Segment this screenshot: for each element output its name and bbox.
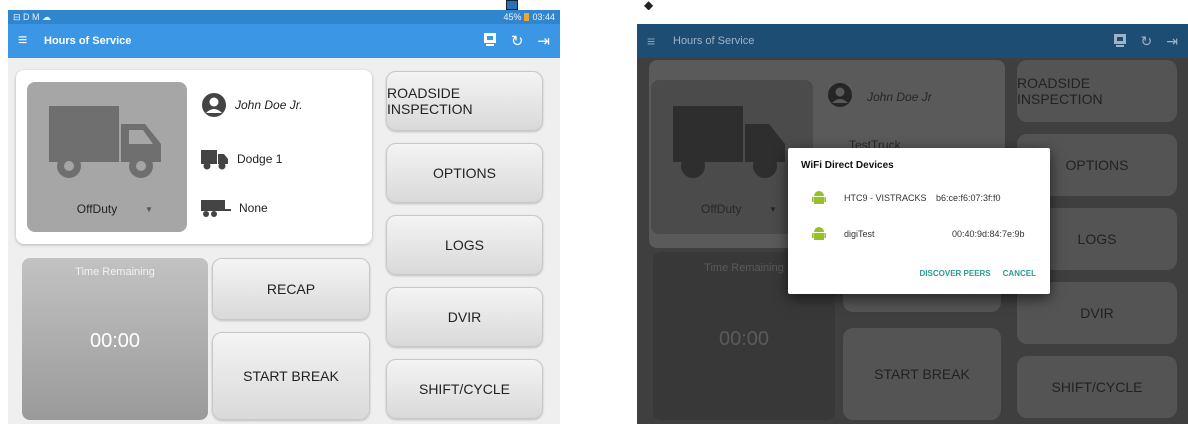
- duty-status-label: OffDuty: [701, 202, 742, 216]
- battery-level: 45%: [503, 12, 522, 22]
- logs-button[interactable]: LOGS: [386, 215, 543, 275]
- device-name: digiTest: [844, 229, 875, 239]
- device-name: HTC9 - VISTRACKS: [844, 193, 927, 203]
- time-remaining-panel: Time Remaining 00:00: [22, 258, 208, 420]
- shift-cycle-button[interactable]: SHIFT/CYCLE: [1017, 356, 1177, 418]
- driver-name: John Doe Jr.: [235, 98, 303, 112]
- truck-icon: [49, 106, 161, 178]
- device-mac: 00:40:9d:84:7e:9b: [952, 229, 1025, 239]
- android-icon: [812, 227, 826, 240]
- status-bar-icons: ⊟ D M ☁: [13, 11, 52, 22]
- discover-peers-button[interactable]: DISCOVER PEERS: [920, 269, 991, 278]
- wifi-direct-dialog: WiFi Direct Devices HTC9 - VISTRACKS b6:…: [788, 148, 1050, 294]
- arrow-down-icon: ◆: [644, 0, 654, 12]
- trailer-icon: [201, 200, 231, 217]
- app-title: Hours of Service: [44, 35, 132, 47]
- refresh-icon[interactable]: ↻: [1141, 33, 1153, 50]
- duty-status-selector[interactable]: OffDuty ▼: [27, 82, 187, 232]
- start-break-button[interactable]: START BREAK: [843, 328, 1001, 420]
- logout-icon[interactable]: ⇥: [537, 32, 550, 50]
- app-title: Hours of Service: [673, 35, 755, 47]
- dialog-actions: DISCOVER PEERS CANCEL: [920, 269, 1036, 278]
- start-break-button[interactable]: START BREAK: [212, 332, 370, 420]
- roadside-inspection-button[interactable]: ROADSIDE INSPECTION: [386, 71, 543, 131]
- options-button[interactable]: OPTIONS: [386, 143, 543, 203]
- roadside-inspection-button[interactable]: ROADSIDE INSPECTION: [1017, 60, 1177, 122]
- hos-screen-after: ≡ Hours of Service ↻ ⇥ OffDuty ▼ John Do…: [637, 10, 1188, 424]
- trailer-row: None: [201, 198, 268, 218]
- refresh-icon[interactable]: ↻: [511, 32, 524, 50]
- device-connect-icon[interactable]: [1113, 33, 1127, 50]
- menu-icon[interactable]: ≡: [18, 32, 44, 50]
- device-mac: b6:ce:f6:07:3f:f0: [936, 193, 1001, 203]
- driver-row: John Doe Jr.: [201, 92, 303, 118]
- driver-card: OffDuty ▼ John Doe Jr. Dodge 1 None: [16, 70, 372, 244]
- status-bar: [637, 10, 1188, 24]
- time-remaining-value: 00:00: [718, 328, 770, 350]
- vehicle-name: Dodge 1: [237, 152, 283, 166]
- dialog-title: WiFi Direct Devices: [801, 160, 894, 171]
- vehicle-row: Dodge 1: [201, 148, 282, 170]
- time-remaining-value: 00:00: [89, 330, 141, 352]
- cancel-button[interactable]: CANCEL: [1003, 269, 1036, 278]
- account-circle-icon: [202, 93, 226, 117]
- status-bar: ⊟ D M ☁ 45% 03:44: [8, 10, 560, 24]
- time-remaining-label: Time Remaining: [75, 266, 155, 278]
- logout-icon[interactable]: ⇥: [1166, 33, 1178, 50]
- device-row[interactable]: HTC9 - VISTRACKS b6:ce:f6:07:3f:f0: [812, 190, 1001, 206]
- truck-small-icon: [201, 150, 228, 170]
- dropdown-arrow-icon: ▼: [769, 205, 777, 214]
- account-circle-icon: [828, 83, 852, 107]
- hos-screen-before: ⊟ D M ☁ 45% 03:44 ≡ Hours of Service ↻ ⇥: [8, 10, 560, 424]
- dropdown-arrow-icon: ▼: [145, 205, 153, 214]
- menu-icon[interactable]: ≡: [647, 33, 673, 49]
- driver-name: John Doe Jr: [867, 90, 932, 104]
- app-bar: ≡ Hours of Service ↻ ⇥: [8, 24, 560, 58]
- screenshot-root: ⊟ D M ☁ 45% 03:44 ≡ Hours of Service ↻ ⇥: [0, 0, 1188, 424]
- tablet-icon: [506, 0, 518, 10]
- dvir-button[interactable]: DVIR: [386, 287, 543, 347]
- battery-icon: [524, 13, 530, 21]
- recap-button[interactable]: RECAP: [212, 258, 370, 320]
- trailer-name: None: [239, 201, 268, 215]
- device-row[interactable]: digiTest 00:40:9d:84:7e:9b: [812, 226, 1025, 242]
- device-connect-icon[interactable]: [483, 32, 497, 50]
- android-icon: [812, 191, 826, 204]
- app-bar: ≡ Hours of Service ↻ ⇥: [637, 24, 1188, 58]
- clock: 03:44: [532, 12, 555, 22]
- shift-cycle-button[interactable]: SHIFT/CYCLE: [386, 359, 543, 419]
- truck-icon: [673, 106, 785, 178]
